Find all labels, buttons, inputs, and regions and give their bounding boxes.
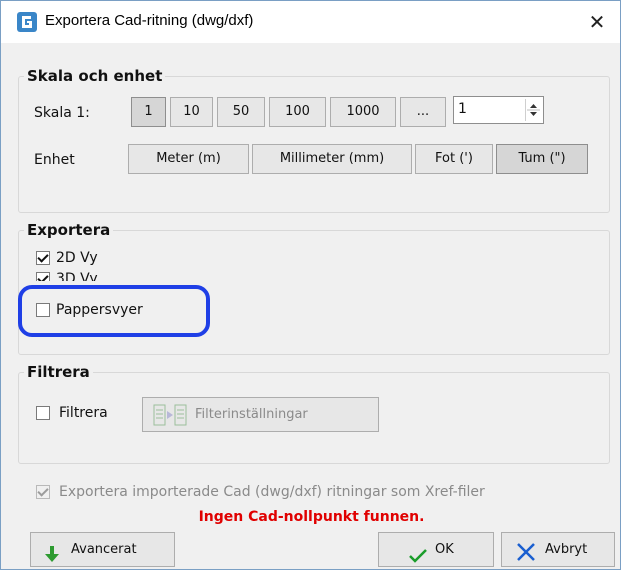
unit-label: Enhet bbox=[34, 152, 75, 168]
checkbox-2d-view[interactable] bbox=[36, 251, 50, 265]
checkbox-3d-view[interactable] bbox=[36, 272, 50, 281]
highlight-annotation bbox=[18, 285, 210, 337]
unit-button-inch[interactable]: Tum (") bbox=[496, 144, 588, 174]
arrow-down-icon bbox=[45, 542, 59, 575]
export-dialog: Exportera Cad-ritning (dwg/dxf) ✕ Skala … bbox=[0, 0, 621, 570]
checkbox-filter[interactable] bbox=[36, 406, 50, 420]
ok-button[interactable]: OK bbox=[378, 532, 494, 567]
scale-button-50[interactable]: 50 bbox=[217, 97, 265, 127]
close-icon[interactable]: ✕ bbox=[581, 7, 613, 37]
cancel-label: Avbryt bbox=[545, 542, 588, 557]
label-filter[interactable]: Filtrera bbox=[59, 404, 108, 422]
export-legend: Exportera bbox=[24, 221, 114, 239]
unit-button-meter[interactable]: Meter (m) bbox=[128, 144, 249, 174]
scale-spinbox[interactable]: 1 bbox=[453, 96, 544, 124]
label-3d-view[interactable]: 3D Vy bbox=[56, 271, 98, 281]
warning-text: Ingen Cad-nollpunkt funnen. bbox=[198, 509, 425, 525]
window-title: Exportera Cad-ritning (dwg/dxf) bbox=[45, 12, 254, 29]
scale-spinbox-value[interactable]: 1 bbox=[458, 101, 467, 117]
app-icon bbox=[17, 12, 37, 32]
filter-settings-icon bbox=[153, 404, 189, 426]
cancel-button[interactable]: Avbryt bbox=[501, 532, 615, 567]
scale-button-1000[interactable]: 1000 bbox=[330, 97, 396, 127]
scale-button-10[interactable]: 10 bbox=[170, 97, 213, 127]
row-3d-view-clipped: 3D Vy bbox=[31, 271, 131, 281]
checkmark-icon bbox=[409, 543, 427, 576]
scale-button-more[interactable]: ... bbox=[400, 97, 446, 127]
scale-button-1[interactable]: 1 bbox=[131, 97, 166, 127]
scale-button-100[interactable]: 100 bbox=[269, 97, 326, 127]
spin-arrows[interactable] bbox=[525, 99, 541, 121]
filter-settings-button: Filterinställningar bbox=[142, 397, 379, 432]
label-2d-view[interactable]: 2D Vy bbox=[56, 249, 98, 267]
scale-unit-legend: Skala och enhet bbox=[24, 67, 166, 85]
ok-label: OK bbox=[435, 542, 454, 557]
label-xref: Exportera importerade Cad (dwg/dxf) ritn… bbox=[59, 484, 485, 500]
advanced-label: Avancerat bbox=[71, 542, 137, 557]
scale-label: Skala 1: bbox=[34, 105, 90, 121]
spin-up-icon[interactable] bbox=[530, 104, 537, 108]
filter-settings-label: Filterinställningar bbox=[195, 407, 308, 422]
title-bar: Exportera Cad-ritning (dwg/dxf) ✕ bbox=[1, 1, 620, 43]
filter-legend: Filtrera bbox=[24, 363, 93, 381]
checkbox-xref bbox=[36, 485, 50, 499]
advanced-button[interactable]: Avancerat bbox=[30, 532, 175, 567]
spin-down-icon[interactable] bbox=[530, 112, 537, 116]
unit-button-foot[interactable]: Fot (') bbox=[415, 144, 493, 174]
cancel-x-icon bbox=[516, 541, 536, 574]
unit-button-millimeter[interactable]: Millimeter (mm) bbox=[252, 144, 412, 174]
